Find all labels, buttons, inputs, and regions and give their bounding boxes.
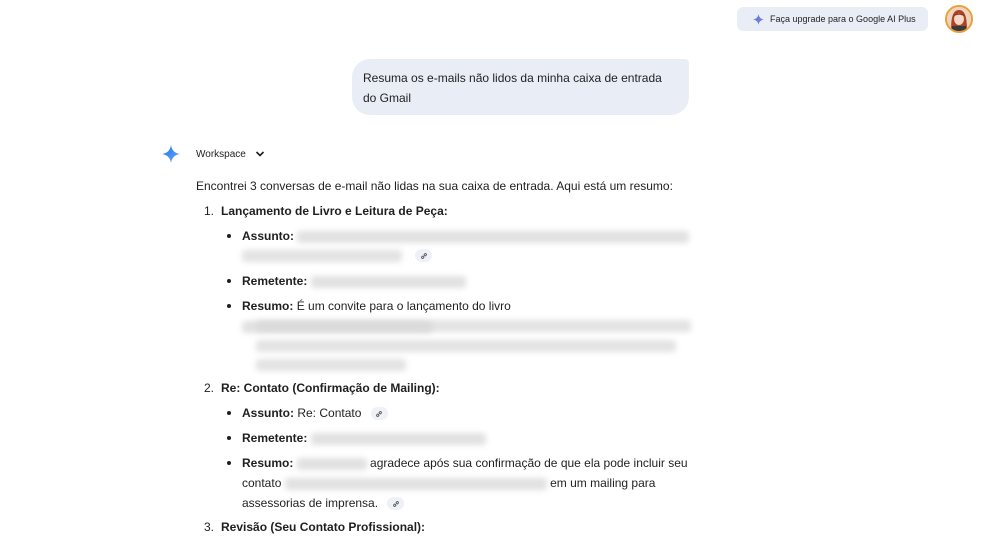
remetente-label: Remetente: [242,431,308,445]
link-icon[interactable] [415,249,432,262]
list-item-1-title: 1. Lançamento de Livro e Leitura de Peça: [204,201,448,221]
workspace-label: Workspace [196,148,246,160]
redacted-text [296,457,367,470]
resumo-text: É um convite para o lançamento do livro [296,299,511,313]
redacted-text [256,320,691,332]
upgrade-label: Faça upgrade para o Google AI Plus [770,14,916,24]
redacted-text [310,275,466,288]
redacted-text [284,477,547,490]
resumo-label: Resumo: [242,299,294,313]
redacted-text [256,359,406,371]
bullet-dot [227,234,231,238]
list-number: 1. [204,204,215,218]
resumo-text-line1: agradece após sua confirmação de que ela… [370,456,688,470]
redacted-text [256,340,676,352]
redacted-text [310,432,486,445]
resumo-text-line2b: em um mailing para [550,476,656,490]
bullet-dot [227,304,231,308]
link-icon[interactable] [370,407,388,421]
resumo-text-line3: assessorias de imprensa. [242,496,379,510]
sparkle-icon [753,13,764,25]
assunto-label: Assunto: [242,229,294,243]
bullet-dot [227,279,231,283]
assistant-response: Encontrei 3 conversas de e-mail não lida… [196,176,696,534]
assunto-value: Re: Contato [297,406,362,420]
redacted-text [297,230,690,243]
response-intro: Encontrei 3 conversas de e-mail não lida… [196,179,673,193]
redacted-text [242,250,402,262]
user-message-bubble: Resuma os e-mails não lidos da minha cai… [352,59,689,115]
bullet-dot [227,461,231,465]
list-item-3-title: 3. Revisão (Seu Contato Profissional): [204,517,425,537]
user-message-text: Resuma os e-mails não lidos da minha cai… [363,71,662,105]
list-number: 2. [204,381,215,395]
workspace-dropdown[interactable]: Workspace [196,146,265,162]
resumo-label: Resumo: [242,456,294,470]
gemini-logo-icon [162,145,180,163]
bullet-dot [227,411,231,415]
chevron-down-icon [255,151,264,157]
bullet-dot [227,436,231,440]
assunto-label: Assunto: [242,406,294,420]
resumo-text-line2a: contato [242,476,282,490]
avatar[interactable] [945,5,973,33]
avatar-image [947,7,971,31]
remetente-label: Remetente: [242,274,308,288]
list-item-2-title: 2. Re: Contato (Confirmação de Mailing): [204,378,440,398]
list-number: 3. [204,520,215,534]
upgrade-button[interactable]: Faça upgrade para o Google AI Plus [737,7,928,31]
link-icon[interactable] [387,497,405,511]
